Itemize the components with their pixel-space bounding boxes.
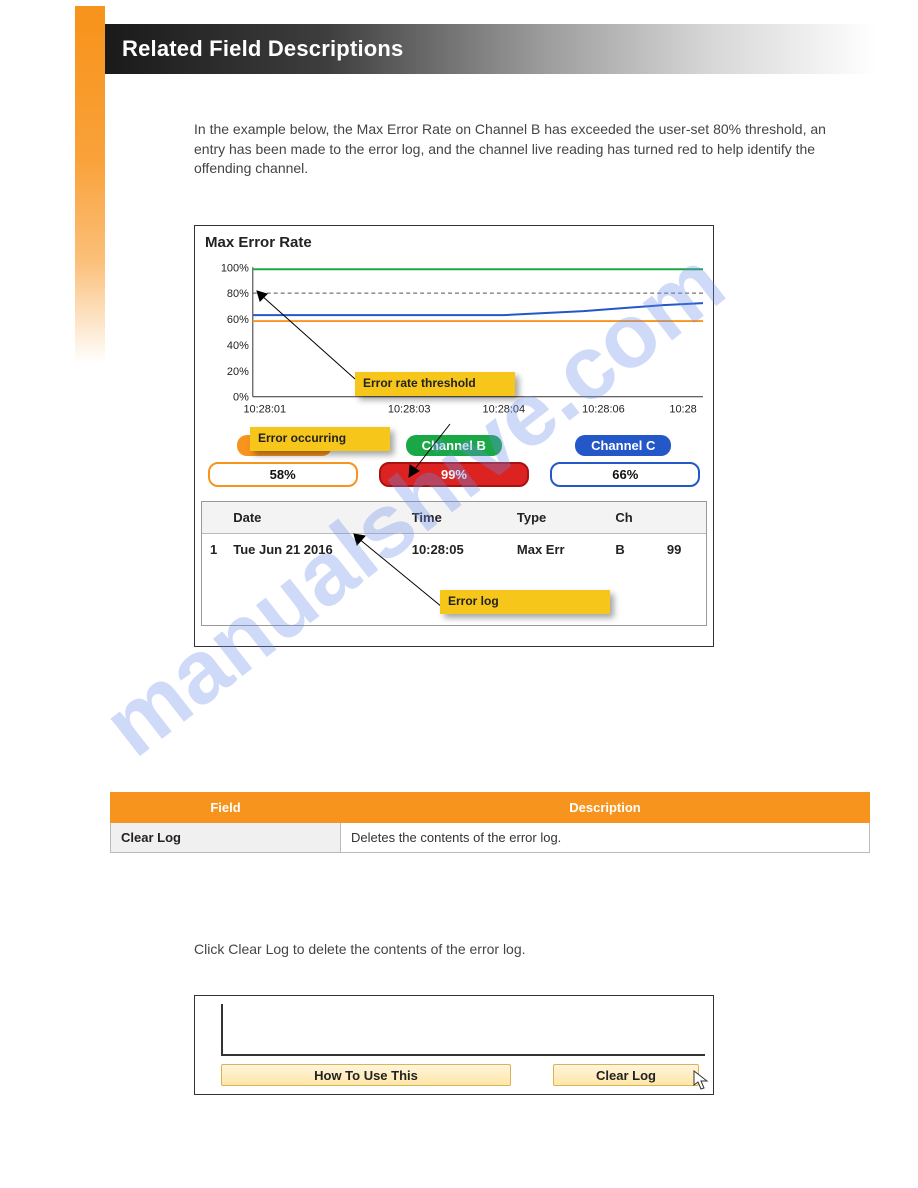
ytick-60: 60% xyxy=(227,314,249,326)
chart-area: 100% 80% 60% 40% 20% 0% 10:28:01 10:28:0… xyxy=(195,257,713,427)
log-col-time: Time xyxy=(404,502,509,534)
log-cell-n: 1 xyxy=(202,534,225,566)
log-col-val xyxy=(659,502,706,534)
ft-cell-key: Clear Log xyxy=(111,823,341,853)
sidebar-orange-gradient xyxy=(75,24,105,364)
cursor-icon xyxy=(693,1070,711,1092)
callout-error: Error occurring xyxy=(250,427,390,451)
arrow-log xyxy=(352,532,452,612)
paragraph-intro: In the example below, the Max Error Rate… xyxy=(194,120,858,179)
log-col-date: Date xyxy=(225,502,403,534)
pct-channel-a: 58% xyxy=(208,462,358,487)
callout-threshold: Error rate threshold xyxy=(355,372,515,396)
figure-clear-log: How To Use This Clear Log xyxy=(194,995,714,1095)
table-row: Clear Log Deletes the contents of the er… xyxy=(111,823,870,853)
log-cell-val: 99 xyxy=(659,534,706,566)
header-orange-tab xyxy=(75,6,105,24)
axis-x xyxy=(221,1054,705,1056)
paragraph-clearlog: Click Clear Log to delete the contents o… xyxy=(194,940,858,960)
xtick-1: 10:28:03 xyxy=(388,404,431,416)
page-title: Related Field Descriptions xyxy=(122,36,404,62)
xtick-0: 10:28:01 xyxy=(243,404,286,416)
chart-title: Max Error Rate xyxy=(195,226,713,257)
log-col-type: Type xyxy=(509,502,607,534)
pct-channel-c: 66% xyxy=(550,462,700,487)
xtick-4: 10:28 xyxy=(669,404,696,416)
xtick-3: 10:28:06 xyxy=(582,404,625,416)
log-cell-type: Max Err xyxy=(509,534,607,566)
callout-log: Error log xyxy=(440,590,610,614)
xtick-2: 10:28:04 xyxy=(483,404,526,416)
field-description-table: Field Description Clear Log Deletes the … xyxy=(110,792,870,853)
ytick-100: 100% xyxy=(221,262,249,274)
ytick-20: 20% xyxy=(227,366,249,378)
ft-head-field: Field xyxy=(111,793,341,823)
figure-max-error-rate: Max Error Rate 100% 80% 60% 40% 20% 0% 1… xyxy=(194,225,714,647)
clear-log-button[interactable]: Clear Log xyxy=(553,1064,699,1086)
log-cell-ch: B xyxy=(607,534,659,566)
axis-y xyxy=(221,1004,223,1056)
ft-head-desc: Description xyxy=(341,793,870,823)
table-row: 1 Tue Jun 21 2016 10:28:05 Max Err B 99 xyxy=(202,534,706,566)
ytick-0: 0% xyxy=(233,392,249,404)
ft-cell-val: Deletes the contents of the error log. xyxy=(341,823,870,853)
log-col-row xyxy=(202,502,225,534)
ytick-80: 80% xyxy=(227,288,249,300)
error-log-panel: Date Time Type Ch 1 Tue Jun 21 2016 10:2… xyxy=(201,501,707,626)
how-to-use-button[interactable]: How To Use This xyxy=(221,1064,511,1086)
arrow-threshold xyxy=(255,289,365,389)
legend-channel-c: Channel C xyxy=(575,435,671,456)
ytick-40: 40% xyxy=(227,340,249,352)
arrow-error xyxy=(405,419,455,479)
log-col-ch: Ch xyxy=(607,502,659,534)
error-log-table: Date Time Type Ch 1 Tue Jun 21 2016 10:2… xyxy=(202,502,706,565)
